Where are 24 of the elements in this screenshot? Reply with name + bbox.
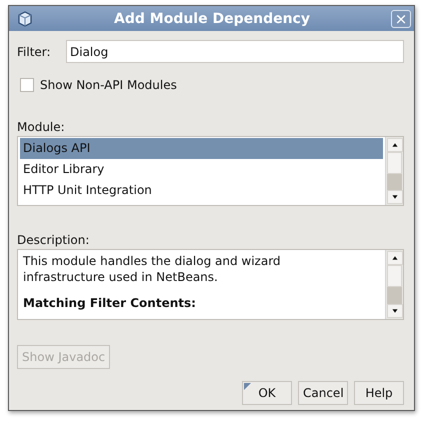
scroll-up-icon[interactable] <box>387 138 403 152</box>
window-title: Add Module Dependency <box>113 10 311 26</box>
dialog-button[interactable]: Cancel <box>298 381 348 405</box>
description-label: Description: <box>17 233 90 249</box>
module-item[interactable]: Editor Library <box>20 159 383 180</box>
scroll-thumb[interactable] <box>387 265 402 287</box>
description-heading: Matching Filter Contents: <box>23 295 197 311</box>
checkbox-label: Show Non-API Modules <box>40 78 177 92</box>
dialog-button[interactable]: Help <box>354 381 404 405</box>
scrollbar[interactable] <box>385 250 403 319</box>
filter-field[interactable]: Dialog <box>66 40 404 63</box>
scroll-thumb[interactable] <box>387 152 402 174</box>
checkbox[interactable] <box>20 78 34 92</box>
cube-icon <box>17 10 33 26</box>
filter-label: Filter: <box>17 44 52 58</box>
module-label: Module: <box>17 120 66 136</box>
module-item[interactable]: Dialogs API <box>20 138 383 159</box>
scroll-up-icon[interactable] <box>387 251 403 265</box>
scrollbar[interactable] <box>385 137 403 205</box>
module-item[interactable]: HTTP Unit Integration <box>20 180 383 201</box>
scroll-down-icon[interactable] <box>387 190 403 204</box>
scroll-down-icon[interactable] <box>387 304 403 318</box>
dialog-button[interactable]: OK <box>242 381 292 405</box>
description-text: This module handles the dialog and wizard infrastructure used in NetBeans. <box>23 253 282 285</box>
